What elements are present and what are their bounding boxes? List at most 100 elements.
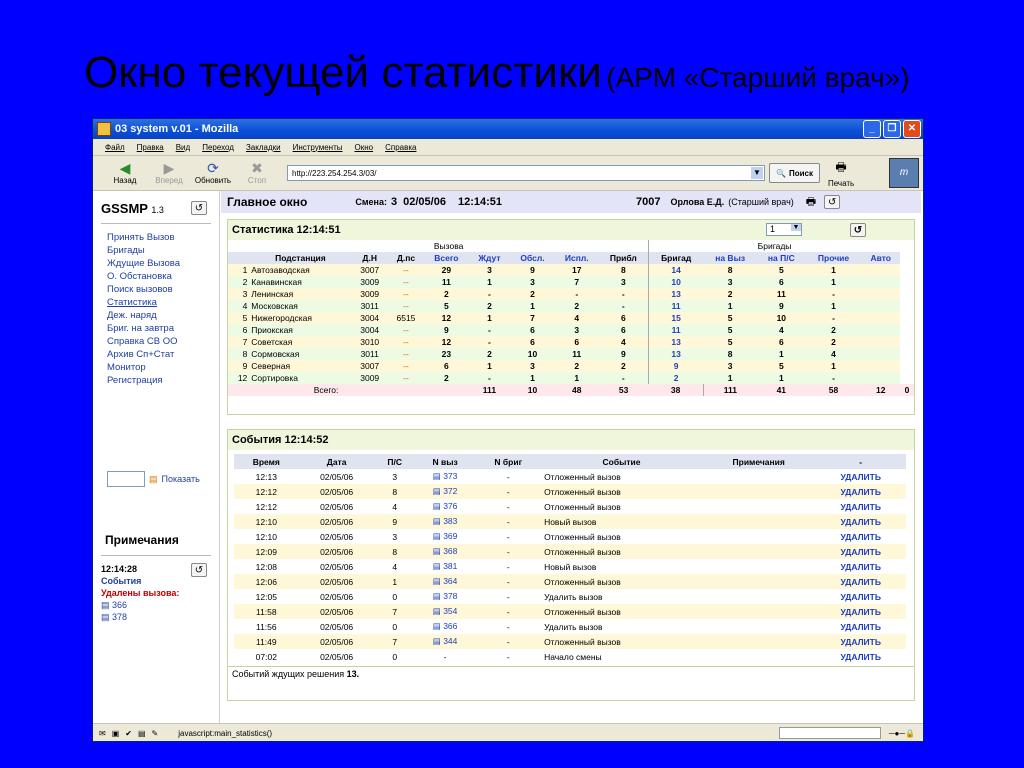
call-number-link[interactable]: ▤ 378: [415, 589, 476, 604]
events-table: Время Дата П/С N выз N бриг Событие Примечания…: [234, 454, 906, 664]
call-number-link[interactable]: ▤ 354: [415, 604, 476, 619]
sidebar-item[interactable]: Ждущие Вызова: [107, 257, 180, 270]
delete-link[interactable]: УДАЛИТЬ: [815, 544, 906, 559]
call-number-link[interactable]: ▤ 366: [415, 619, 476, 634]
delete-link[interactable]: УДАЛИТЬ: [815, 469, 906, 484]
delete-link[interactable]: УДАЛИТЬ: [815, 634, 906, 649]
show-row: ▤ Показать: [107, 471, 200, 487]
url-dropdown-icon[interactable]: ▼: [751, 167, 763, 179]
delete-link[interactable]: УДАЛИТЬ: [815, 499, 906, 514]
sidebar-item[interactable]: Деж. наряд: [107, 309, 180, 322]
table-cell: 2: [444, 289, 449, 299]
left-sidebar: GSSMP 1.3 ↺ Принять Вызов Бригады Ждущие В…: [93, 191, 220, 723]
call-number-link[interactable]: ▤ 364: [415, 574, 476, 589]
stop-button[interactable]: ✖ Стоп: [235, 161, 279, 186]
call-number-link[interactable]: ▤ 373: [415, 469, 476, 484]
notes-link[interactable]: ▤ 378: [101, 611, 179, 623]
table-cell: 12:12: [255, 501, 277, 512]
call-number-link[interactable]: ▤ 383: [415, 514, 476, 529]
search-button[interactable]: 🔍 Поиск: [769, 163, 820, 183]
maximize-button[interactable]: ❐: [883, 120, 901, 138]
print-button[interactable]: 🖶 Печать: [828, 158, 854, 188]
sidebar-item[interactable]: Регистрация: [107, 374, 180, 387]
sidebar-item[interactable]: Бриг. на завтра: [107, 322, 180, 335]
table-cell: 3004: [360, 325, 380, 335]
delete-link[interactable]: УДАЛИТЬ: [815, 574, 906, 589]
connection-icon: ─●─🔒: [888, 728, 915, 738]
call-number-link[interactable]: ▤ 369: [415, 529, 476, 544]
table-cell: 1: [574, 373, 580, 383]
document-icon: ▤: [432, 486, 444, 496]
delete-link[interactable]: УДАЛИТЬ: [815, 649, 906, 664]
sidebar-item[interactable]: Архив Сп+Стат: [107, 348, 180, 361]
delete-link[interactable]: УДАЛИТЬ: [815, 529, 906, 544]
table-cell: 8: [392, 486, 398, 497]
sidebar-item[interactable]: Справка СВ ОО: [107, 335, 180, 348]
header-code: 7007: [636, 196, 661, 208]
table-cell: [702, 544, 815, 559]
delete-link[interactable]: УДАЛИТЬ: [815, 559, 906, 574]
menu-item[interactable]: Вид: [176, 143, 190, 152]
menu-item[interactable]: Окно: [354, 143, 373, 152]
table-row: 12:13 02/05/06 3 ▤ 373 - Отложенный вызов УДАЛ…: [234, 469, 906, 484]
sidebar-item[interactable]: Монитор: [107, 361, 180, 374]
menu-item[interactable]: Переход: [202, 143, 234, 152]
delete-link[interactable]: УДАЛИТЬ: [815, 484, 906, 499]
column-header: П/С: [387, 456, 402, 467]
main-window-title: Главное окно: [227, 195, 308, 209]
browser-logo-icon: m: [889, 158, 919, 188]
table-cell: 12:09: [255, 546, 277, 557]
delete-link[interactable]: УДАЛИТЬ: [815, 514, 906, 529]
url-field[interactable]: http://223.254.254.3/03/ ▼: [287, 165, 765, 181]
table-cell: 3011: [360, 301, 379, 311]
table-cell: 02/05/06: [320, 606, 354, 617]
minimize-button[interactable]: _: [863, 120, 881, 138]
show-link[interactable]: Показать: [162, 474, 200, 484]
call-number-link[interactable]: ▤ 376: [415, 499, 476, 514]
table-cell: 5: [778, 361, 784, 371]
sidebar-item[interactable]: О. Обстановка: [107, 270, 180, 283]
table-cell: 02/05/06: [320, 516, 354, 527]
forward-button[interactable]: ▶ Вперед: [147, 161, 191, 186]
call-number: 381: [443, 561, 458, 571]
table-cell: --: [403, 301, 409, 311]
menu-item[interactable]: Закладки: [246, 143, 281, 152]
table-cell: 5: [727, 337, 733, 347]
statistics-refresh-button[interactable]: ↺: [850, 223, 866, 237]
menu-item[interactable]: Файл: [105, 143, 125, 152]
sidebar-item[interactable]: Статистика: [107, 296, 180, 309]
menu-item[interactable]: Правка: [137, 143, 164, 152]
menu-item[interactable]: Инструменты: [293, 143, 343, 152]
header-refresh-button[interactable]: ↺: [824, 195, 841, 209]
reload-icon: ⟳: [207, 160, 219, 176]
back-button[interactable]: ◀ Назад: [103, 161, 147, 186]
print-icon[interactable]: 🖶: [806, 193, 816, 212]
document-icon: ▤: [432, 636, 444, 646]
call-number-link[interactable]: ▤ 368: [415, 544, 476, 559]
call-number: 354: [443, 606, 458, 616]
reload-button[interactable]: ⟳ Обновить: [191, 160, 235, 186]
notes-link[interactable]: ▤ 366: [101, 599, 179, 611]
delete-link[interactable]: УДАЛИТЬ: [815, 604, 906, 619]
menu-item[interactable]: Справка: [385, 143, 416, 152]
table-row: 9 Северная 3007 -- 6 1 3 2 2 9 3 5 1: [228, 360, 914, 372]
table-cell: [702, 634, 815, 649]
sidebar-item[interactable]: Поиск вызовов: [107, 283, 180, 296]
table-cell: Отложенный вызов: [544, 636, 621, 647]
table-cell: 3: [487, 265, 492, 275]
table-cell: 13: [647, 348, 704, 360]
sidebar-item[interactable]: Принять Вызов: [107, 231, 180, 244]
sidebar-refresh-button[interactable]: ↺: [191, 201, 207, 215]
call-number-link[interactable]: ▤ 344: [415, 634, 476, 649]
statistics-selector[interactable]: 1 ▼: [766, 223, 802, 236]
delete-link[interactable]: УДАЛИТЬ: [815, 619, 906, 634]
call-number-link[interactable]: ▤ 372: [415, 484, 476, 499]
call-number-link[interactable]: ▤ 381: [415, 559, 476, 574]
delete-link[interactable]: УДАЛИТЬ: [815, 589, 906, 604]
notes-refresh-button[interactable]: ↺: [191, 563, 207, 577]
table-cell: 11: [647, 324, 704, 336]
show-input[interactable]: [107, 471, 145, 487]
table-cell: 1: [727, 301, 733, 311]
close-button[interactable]: ✕: [903, 120, 921, 138]
sidebar-item[interactable]: Бригады: [107, 244, 180, 257]
